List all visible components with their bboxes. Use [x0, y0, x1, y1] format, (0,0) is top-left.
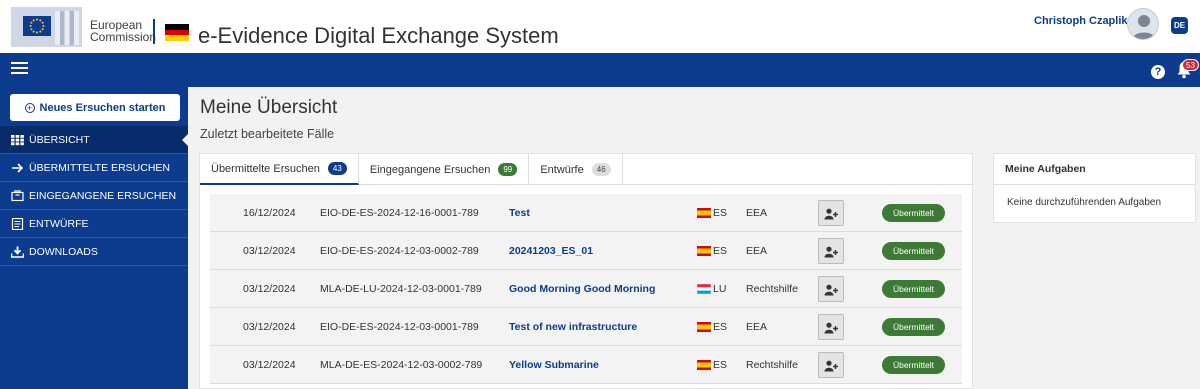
- user-avatar-icon[interactable]: [1127, 8, 1159, 40]
- add-user-icon: [824, 208, 838, 220]
- case-tabs: Übermittelte Ersuchen 43 Eingegangene Er…: [200, 154, 974, 185]
- organisation-name: European Commission: [90, 18, 157, 44]
- country-code: ES: [713, 321, 728, 333]
- sidebar-item-overview[interactable]: ÜBERSICHT: [0, 126, 189, 154]
- help-icon[interactable]: ?: [1151, 65, 1165, 79]
- table-row[interactable]: 16/12/2024 EIO-DE-ES-2024-12-16-0001-789…: [210, 194, 962, 232]
- sidebar-item-sent-requests[interactable]: ÜBERMITTELTE ERSUCHEN: [0, 154, 188, 182]
- add-user-icon: [824, 360, 838, 372]
- notification-count-badge: 53: [1182, 59, 1199, 71]
- sidebar: + Neues Ersuchen starten ÜBERSICHT ÜBERM…: [0, 87, 189, 389]
- sidebar-item-label: ÜBERMITTELTE ERSUCHEN: [29, 161, 170, 174]
- my-tasks-panel: Meine Aufgaben Keine durchzuführenden Au…: [993, 153, 1196, 223]
- hamburger-menu-icon[interactable]: [11, 62, 28, 76]
- case-title-link[interactable]: Test of new infrastructure: [509, 308, 637, 346]
- add-user-icon: [824, 284, 838, 296]
- case-date: 03/12/2024: [243, 283, 296, 295]
- table-row[interactable]: 03/12/2024 EIO-DE-ES-2024-12-03-0001-789…: [210, 308, 962, 346]
- table-row[interactable]: 03/12/2024 MLA-DE-ES-2024-12-03-0002-789…: [210, 346, 962, 384]
- add-user-icon: [824, 322, 838, 334]
- count-badge: 46: [591, 163, 611, 176]
- assign-user-button[interactable]: [818, 276, 844, 302]
- main-navbar: ?: [0, 53, 1200, 87]
- header-divider: [153, 19, 155, 44]
- status-badge: Übermittelt: [882, 356, 945, 374]
- case-date: 03/12/2024: [243, 321, 296, 333]
- sidebar-item-label: ENTWÜRFE: [29, 217, 89, 230]
- case-title-link[interactable]: 20241203_ES_01: [509, 232, 593, 270]
- case-date: 16/12/2024: [243, 207, 296, 219]
- case-title-link[interactable]: Good Morning Good Morning: [509, 270, 655, 308]
- tab-drafts[interactable]: Entwürfe 46: [529, 154, 623, 185]
- country-code: LU: [713, 283, 727, 295]
- country-code: ES: [713, 359, 728, 371]
- sidebar-item-drafts[interactable]: ENTWÜRFE: [0, 210, 188, 238]
- request-type: EEA: [746, 245, 768, 257]
- add-user-icon: [824, 246, 838, 258]
- table-row[interactable]: 03/12/2024 MLA-DE-LU-2024-12-03-0001-789…: [210, 270, 962, 308]
- berlaymont-building-icon: [55, 11, 79, 45]
- top-header: European Commission e-Evidence Digital E…: [0, 0, 1200, 53]
- case-list: 16/12/2024 EIO-DE-ES-2024-12-16-0001-789…: [210, 194, 962, 384]
- spain-flag-icon: [697, 322, 711, 332]
- country-code: ES: [713, 245, 728, 257]
- tasks-empty-message: Keine durchzuführenden Aufgaben: [1007, 197, 1162, 208]
- app-title: e-Evidence Digital Exchange System: [198, 23, 559, 48]
- request-type: Rechtshilfe: [746, 283, 798, 295]
- page-subtitle: Zuletzt bearbeitete Fälle: [200, 127, 335, 141]
- case-reference: MLA-DE-ES-2024-12-03-0002-789: [320, 359, 483, 371]
- case-reference: EIO-DE-ES-2024-12-03-0001-789: [320, 321, 479, 333]
- count-badge: 43: [327, 162, 347, 175]
- language-switcher[interactable]: DE: [1171, 17, 1188, 34]
- sidebar-item-label: ÜBERSICHT: [29, 133, 90, 146]
- inbox-icon: [11, 189, 24, 201]
- arrow-right-icon: [12, 162, 24, 173]
- grid-icon: [11, 134, 24, 145]
- sidebar-item-received-requests[interactable]: EINGEGANGENE ERSUCHEN: [0, 182, 188, 210]
- request-type: EEA: [746, 321, 768, 333]
- case-reference: EIO-DE-ES-2024-12-03-0002-789: [320, 245, 479, 257]
- document-icon: [11, 217, 24, 230]
- new-request-button[interactable]: + Neues Ersuchen starten: [10, 94, 180, 121]
- germany-flag-icon: [165, 24, 189, 41]
- count-badge: 99: [498, 163, 518, 176]
- eu-flag-icon: [23, 16, 51, 36]
- case-reference: EIO-DE-ES-2024-12-16-0001-789: [320, 207, 479, 219]
- table-row[interactable]: 03/12/2024 EIO-DE-ES-2024-12-03-0002-789…: [210, 232, 962, 270]
- assign-user-button[interactable]: [818, 352, 844, 378]
- sidebar-item-label: EINGEGANGENE ERSUCHEN: [29, 189, 177, 202]
- user-name[interactable]: Christoph Czaplik: [1034, 15, 1128, 27]
- tasks-title: Meine Aufgaben: [994, 154, 1195, 185]
- tab-sent-requests[interactable]: Übermittelte Ersuchen 43: [200, 154, 359, 185]
- plus-circle-icon: +: [24, 102, 35, 113]
- assign-user-button[interactable]: [818, 200, 844, 226]
- recent-cases-panel: Übermittelte Ersuchen 43 Eingegangene Er…: [199, 153, 974, 389]
- tab-received-requests[interactable]: Eingegangene Ersuchen 99: [359, 154, 530, 185]
- case-date: 03/12/2024: [243, 245, 296, 257]
- sidebar-menu: ÜBERSICHT ÜBERMITTELTE ERSUCHEN EINGEGAN…: [0, 126, 189, 266]
- status-badge: Übermittelt: [882, 318, 945, 336]
- spain-flag-icon: [697, 208, 711, 218]
- case-reference: MLA-DE-LU-2024-12-03-0001-789: [320, 283, 482, 295]
- request-type: EEA: [746, 207, 768, 219]
- assign-user-button[interactable]: [818, 314, 844, 340]
- page-title: Meine Übersicht: [200, 97, 338, 118]
- sidebar-item-label: DOWNLOADS: [29, 245, 98, 258]
- sidebar-item-downloads[interactable]: DOWNLOADS: [0, 238, 188, 266]
- request-type: Rechtshilfe: [746, 359, 798, 371]
- european-commission-logo[interactable]: [11, 7, 82, 47]
- luxembourg-flag-icon: [696, 283, 712, 295]
- spain-flag-icon: [697, 246, 711, 256]
- status-badge: Übermittelt: [882, 280, 945, 298]
- case-date: 03/12/2024: [243, 359, 296, 371]
- download-icon: [11, 246, 24, 258]
- spain-flag-icon: [697, 360, 711, 370]
- status-badge: Übermittelt: [882, 204, 945, 222]
- status-badge: Übermittelt: [882, 242, 945, 260]
- case-title-link[interactable]: Yellow Submarine: [509, 346, 599, 384]
- country-code: ES: [713, 207, 728, 219]
- assign-user-button[interactable]: [818, 238, 844, 264]
- case-title-link[interactable]: Test: [509, 194, 530, 232]
